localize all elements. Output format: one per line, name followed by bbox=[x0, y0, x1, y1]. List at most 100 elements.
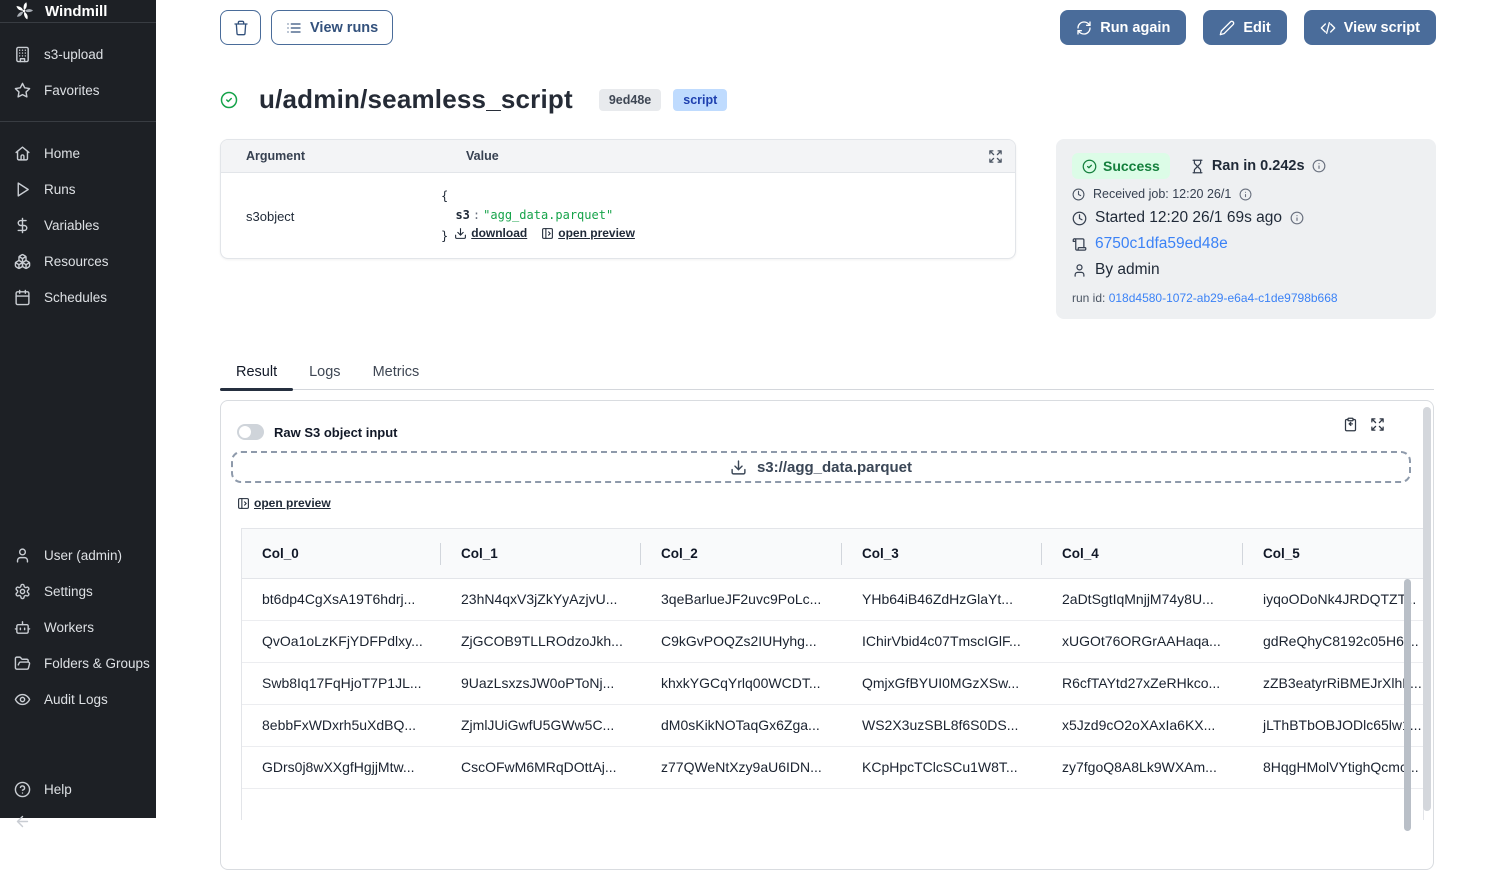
column-header[interactable]: Col_4 bbox=[1042, 529, 1243, 578]
sidebar-item-user[interactable]: User (admin) bbox=[0, 537, 156, 573]
json-string-value: "agg_data.parquet" bbox=[483, 208, 613, 222]
gear-icon bbox=[14, 583, 31, 600]
run-id-link[interactable]: 018d4580-1072-ab29-e6a4-c1de9798b668 bbox=[1109, 291, 1338, 305]
table-cell: IChirVbid4c07TmscIGlF... bbox=[842, 633, 1042, 649]
by-line: By admin bbox=[1072, 261, 1420, 279]
sidebar-item-s3-upload[interactable]: s3-upload bbox=[0, 36, 156, 72]
sidebar-item-runs[interactable]: Runs bbox=[0, 171, 156, 207]
argument-column-header: Argument bbox=[221, 149, 441, 163]
pencil-icon bbox=[1219, 20, 1235, 36]
table-cell: gdReQhyC8192c05H6k.. bbox=[1243, 633, 1423, 649]
table-row: QvOa1oLzKFjYDFPdlxy... ZjGCOB9TLLROdzoJk… bbox=[242, 621, 1423, 663]
raw-s3-toggle-row: Raw S3 object input bbox=[237, 424, 1417, 440]
sidebar-item-folders-groups[interactable]: Folders & Groups bbox=[0, 645, 156, 681]
play-icon bbox=[14, 181, 31, 198]
sidebar-item-workers[interactable]: Workers bbox=[0, 609, 156, 645]
eye-icon bbox=[14, 691, 31, 708]
panel-open-icon bbox=[237, 497, 250, 510]
table-cell: iyqoODoNk4JRDQTZT... bbox=[1243, 591, 1423, 607]
tab-metrics[interactable]: Metrics bbox=[357, 364, 436, 389]
table-cell: dM0sKikNOTaqGx6Zga... bbox=[641, 717, 842, 733]
user-icon bbox=[1072, 263, 1087, 278]
table-cell: QvOa1oLzKFjYDFPdlxy... bbox=[242, 633, 441, 649]
check-circle-icon bbox=[220, 91, 238, 109]
clock-icon bbox=[1072, 211, 1087, 226]
table-cell: zy7fgoQ8A8Lk9WXAm... bbox=[1042, 759, 1243, 775]
calendar-icon bbox=[14, 289, 31, 306]
sidebar-admin-group: User (admin) Settings Workers Folders & … bbox=[0, 524, 156, 730]
table-cell: Swb8Iq17FqHjoT7P1JL... bbox=[242, 675, 441, 691]
table-scrollbar-thumb[interactable] bbox=[1404, 579, 1411, 831]
action-buttons: Run again Edit View script bbox=[1060, 10, 1436, 45]
list-icon bbox=[286, 20, 302, 36]
dollar-icon bbox=[14, 217, 31, 234]
sidebar-item-resources[interactable]: Resources bbox=[0, 243, 156, 279]
column-header[interactable]: Col_5 bbox=[1243, 529, 1423, 578]
expand-icon bbox=[988, 149, 1003, 164]
view-script-button[interactable]: View script bbox=[1304, 10, 1436, 45]
scroll-icon bbox=[1072, 237, 1087, 252]
sidebar-item-settings[interactable]: Settings bbox=[0, 573, 156, 609]
sidebar-item-audit-logs[interactable]: Audit Logs bbox=[0, 681, 156, 717]
run-again-button[interactable]: Run again bbox=[1060, 10, 1186, 45]
table-cell: QmjxGfBYUI0MGzXSw... bbox=[842, 675, 1042, 691]
table-cell: 8HqgHMolVYtighQcmc... bbox=[1243, 759, 1423, 775]
s3-download-box[interactable]: s3://agg_data.parquet bbox=[231, 451, 1411, 483]
sidebar-item-label: s3-upload bbox=[44, 47, 103, 62]
raw-s3-toggle[interactable] bbox=[237, 424, 264, 440]
edit-button[interactable]: Edit bbox=[1203, 10, 1286, 45]
column-header[interactable]: Col_2 bbox=[641, 529, 842, 578]
json-close-brace: } bbox=[441, 229, 448, 243]
sidebar-item-label: Variables bbox=[44, 218, 99, 233]
column-header[interactable]: Col_3 bbox=[842, 529, 1042, 578]
sidebar-footer-group: Help bbox=[0, 758, 156, 848]
sidebar-item-label: Runs bbox=[44, 182, 76, 197]
table-cell: R6cfTAYtd27xZeRHkco... bbox=[1042, 675, 1243, 691]
panel-scrollbar-thumb[interactable] bbox=[1423, 407, 1431, 811]
building-icon bbox=[14, 46, 31, 63]
status-card: Success Ran in 0.242s Received job: 12:2… bbox=[1056, 139, 1436, 319]
status-line: Success Ran in 0.242s bbox=[1072, 153, 1420, 179]
open-preview-link[interactable]: open preview bbox=[237, 496, 331, 510]
table-cell: 3qeBarlueJF2uvc9PoLc... bbox=[641, 591, 842, 607]
job-hash-link[interactable]: 6750c1dfa59ed48e bbox=[1095, 235, 1228, 253]
sidebar-item-help[interactable]: Help bbox=[0, 771, 156, 807]
sidebar-item-label: Resources bbox=[44, 254, 109, 269]
tab-result[interactable]: Result bbox=[220, 364, 293, 389]
info-icon[interactable] bbox=[1239, 188, 1252, 201]
open-preview-link[interactable]: open preview bbox=[541, 224, 635, 243]
trash-icon bbox=[233, 20, 249, 36]
result-panel-actions bbox=[1343, 417, 1385, 432]
download-link[interactable]: download bbox=[454, 224, 527, 243]
table-header-row: Col_0 Col_1 Col_2 Col_3 Col_4 Col_5 bbox=[242, 529, 1423, 579]
sidebar-item-favorites[interactable]: Favorites bbox=[0, 72, 156, 108]
expand-arguments-button[interactable] bbox=[975, 149, 1015, 164]
collapse-sidebar-button[interactable] bbox=[0, 807, 156, 835]
view-runs-button[interactable]: View runs bbox=[271, 10, 393, 45]
sidebar-item-label: Help bbox=[44, 782, 72, 797]
robot-icon bbox=[14, 619, 31, 636]
column-header[interactable]: Col_0 bbox=[242, 529, 441, 578]
sidebar-item-variables[interactable]: Variables bbox=[0, 207, 156, 243]
info-icon[interactable] bbox=[1290, 211, 1304, 225]
sidebar-item-home[interactable]: Home bbox=[0, 135, 156, 171]
table-cell: x5Jzd9cO2oXAxIa6KX... bbox=[1042, 717, 1243, 733]
json-open-brace: { bbox=[441, 189, 448, 203]
info-icon[interactable] bbox=[1312, 159, 1326, 173]
column-header[interactable]: Col_1 bbox=[441, 529, 641, 578]
json-colon: : bbox=[470, 208, 483, 222]
result-panel: Raw S3 object input s3://agg_data.parque… bbox=[220, 400, 1434, 870]
brand[interactable]: Windmill bbox=[0, 0, 156, 22]
preview-row: open preview bbox=[237, 496, 1417, 515]
boxes-icon bbox=[14, 253, 31, 270]
sidebar-item-label: Settings bbox=[44, 584, 93, 599]
table-row: bt6dp4CgXsA19T6hdrj... 23hN4qxV3jZkYyAzj… bbox=[242, 579, 1423, 621]
status-badge: Success bbox=[1072, 153, 1170, 179]
sidebar-item-schedules[interactable]: Schedules bbox=[0, 279, 156, 315]
tab-logs[interactable]: Logs bbox=[293, 364, 356, 389]
copy-clipboard-icon[interactable] bbox=[1343, 417, 1358, 432]
expand-icon[interactable] bbox=[1370, 417, 1385, 432]
delete-button[interactable] bbox=[220, 10, 261, 45]
table-cell: ZjmlJUiGwfU5GWw5C... bbox=[441, 717, 641, 733]
title-row: u/admin/seamless_script 9ed48e script bbox=[220, 84, 727, 115]
